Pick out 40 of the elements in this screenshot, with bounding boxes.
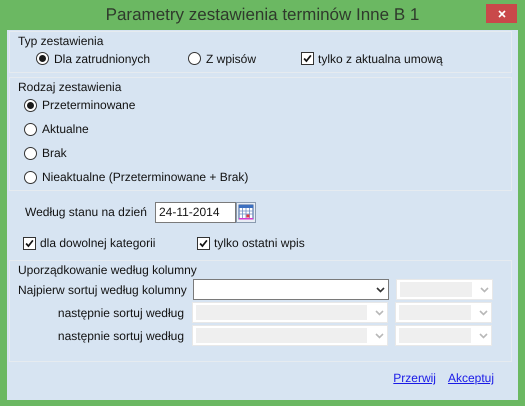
chevron-down-icon <box>480 286 489 292</box>
group-title: Uporządkowanie według kolumny <box>18 263 198 278</box>
radio-button[interactable] <box>188 52 201 65</box>
date-field[interactable]: 24-11-2014 <box>155 202 236 222</box>
date-label: Według stanu na dzień <box>25 205 148 219</box>
radio-button[interactable] <box>36 52 49 65</box>
sort-label: Najpierw sortuj według kolumny <box>18 282 188 296</box>
checkbox-label: dla dowolnej kategorii <box>40 236 156 250</box>
radio-label: Dla zatrudnionych <box>54 52 150 66</box>
checkbox[interactable] <box>197 236 210 250</box>
calendar-button[interactable] <box>236 202 256 222</box>
radio-label: Przeterminowane <box>42 98 136 112</box>
sort-label: następnie sortuj według <box>56 328 185 342</box>
link[interactable]: Przerwij <box>393 371 436 385</box>
chevron-down-icon <box>375 310 384 316</box>
chevron-down-icon <box>376 286 385 292</box>
link[interactable]: Akceptuj <box>448 371 494 385</box>
chevron-down-icon <box>479 332 488 338</box>
sort-label: następnie sortuj według <box>56 306 185 320</box>
checkbox-label: tylko z aktualna umową <box>318 52 443 66</box>
radio-button[interactable] <box>24 122 37 136</box>
radio-label: Aktualne <box>42 122 89 136</box>
chevron-down-icon <box>479 310 488 316</box>
close-icon <box>498 10 506 18</box>
window-title: Parametry zestawienia terminów Inne B 1 <box>106 5 420 25</box>
radio-label: Brak <box>42 146 67 160</box>
checkbox[interactable] <box>301 52 314 65</box>
group-title: Typ zestawienia <box>18 34 104 49</box>
radio-label: Z wpisów <box>206 52 256 66</box>
checkbox-label: tylko ostatni wpis <box>214 236 305 250</box>
close-button[interactable] <box>486 4 517 23</box>
radio-label: Nieaktualne (Przeterminowane + Brak) <box>42 170 248 184</box>
group-title: Rodzaj zestawienia <box>18 80 122 95</box>
dropdown-field[interactable] <box>193 279 389 300</box>
calendar-icon <box>238 204 254 220</box>
radio-button[interactable] <box>24 98 37 112</box>
checkbox[interactable] <box>23 236 36 250</box>
radio-button[interactable] <box>24 170 37 184</box>
radio-button[interactable] <box>24 146 37 160</box>
chevron-down-icon <box>375 332 384 338</box>
